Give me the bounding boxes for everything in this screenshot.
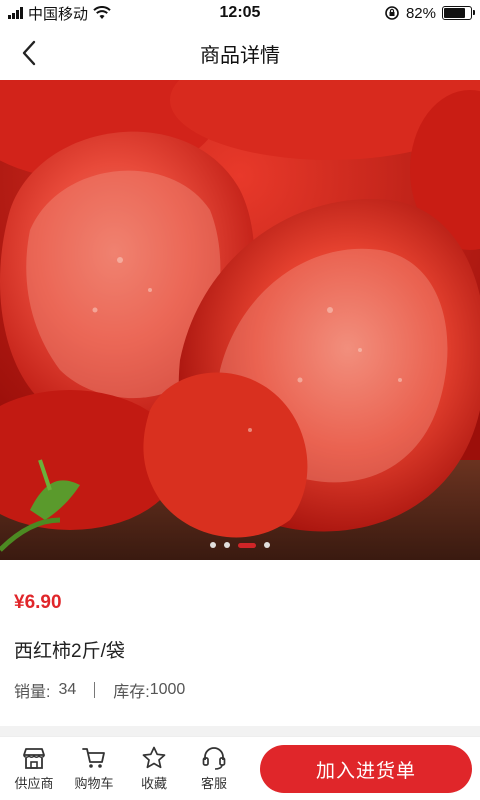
stock-label: 库存: (113, 684, 150, 701)
status-right: 82% (302, 4, 475, 22)
bottom-action-bar: 供应商 购物车 收藏 客服 加入进货单 (0, 736, 480, 800)
nav-bar: 商品详情 (0, 26, 480, 80)
product-name: 西红柿2斤/袋 (14, 641, 125, 662)
product-meta: 销量: 34 库存: 1000 (14, 678, 185, 702)
cart-tab[interactable]: 购物车 (64, 739, 124, 799)
favorite-tab[interactable]: 收藏 (124, 739, 184, 799)
battery-percent: 82% (405, 4, 436, 22)
product-price: ¥6.90 (14, 592, 62, 613)
battery-icon (442, 6, 475, 20)
status-left: 中国移动 (8, 3, 178, 24)
orientation-lock-icon (385, 6, 399, 20)
favorite-tab-label: 收藏 (140, 776, 167, 791)
service-tab-label: 客服 (200, 776, 227, 791)
supplier-tab[interactable]: 供应商 (4, 739, 64, 799)
carousel-dot[interactable] (238, 542, 256, 548)
status-bar: 中国移动 12:05 82% (0, 0, 480, 26)
carousel-dot[interactable] (224, 542, 230, 548)
signal-icon (8, 7, 23, 19)
star-icon (142, 746, 166, 769)
store-icon (23, 748, 45, 769)
carousel-indicator (0, 542, 480, 548)
cart-tab-label: 购物车 (74, 776, 114, 791)
headset-icon (202, 747, 226, 770)
status-time: 12:05 (219, 4, 261, 21)
stock-value: 1000 (149, 681, 186, 698)
back-button[interactable] (12, 36, 46, 70)
page-title: 商品详情 (200, 44, 280, 67)
service-tab[interactable]: 客服 (184, 739, 244, 799)
cart-icon (82, 748, 105, 768)
sales-value: 34 (58, 681, 77, 698)
chevron-left-icon (22, 40, 36, 66)
tomato-photo (0, 80, 480, 560)
wifi-icon (93, 6, 111, 19)
section-divider (0, 726, 480, 736)
add-to-order-button[interactable]: 加入进货单 (260, 745, 472, 793)
supplier-tab-label: 供应商 (14, 776, 54, 791)
sales-label: 销量: (14, 684, 51, 701)
carousel-dot[interactable] (210, 542, 216, 548)
carrier-name: 中国移动 (28, 5, 89, 23)
product-info: ¥6.90 西红柿2斤/袋 销量: 34 库存: 1000 (0, 568, 480, 726)
product-image-carousel[interactable] (0, 80, 480, 560)
carousel-dot[interactable] (264, 542, 270, 548)
battery-fill (444, 8, 466, 18)
meta-divider (94, 682, 96, 698)
